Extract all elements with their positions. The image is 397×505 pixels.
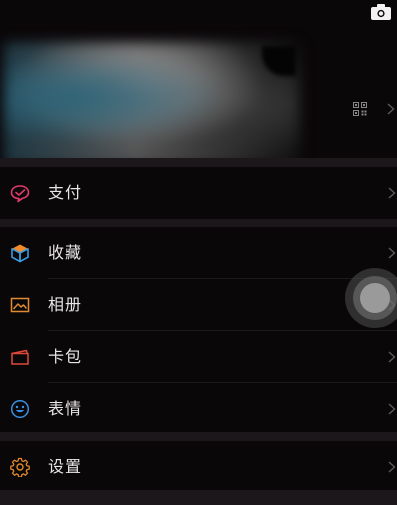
chevron-right-icon <box>388 247 396 259</box>
assistive-touch-icon[interactable] <box>345 268 397 328</box>
smiley-icon <box>10 399 30 419</box>
favorites-cube-icon <box>11 244 29 263</box>
menu-item-stickers-label: 表情 <box>48 399 83 418</box>
camera-icon[interactable] <box>371 4 391 20</box>
menu-item-favorites-label: 收藏 <box>48 243 83 262</box>
section-divider <box>0 219 397 227</box>
profile-card[interactable] <box>0 22 397 166</box>
menu-item-album[interactable]: 相册 <box>0 279 397 331</box>
gear-icon <box>10 457 30 477</box>
section-divider <box>0 432 397 441</box>
album-picture-icon <box>10 297 30 313</box>
menu-item-pay[interactable]: 支付 <box>0 167 397 219</box>
menu-item-cards-label: 卡包 <box>48 347 83 366</box>
menu-item-settings-label: 设置 <box>48 457 83 476</box>
profile-blurred-avatar <box>4 42 300 166</box>
section-divider <box>0 158 397 167</box>
menu-item-pay-label: 支付 <box>48 183 83 202</box>
chevron-right-icon <box>388 187 396 199</box>
menu-item-settings[interactable]: 设置 <box>0 441 397 493</box>
chevron-right-icon <box>388 461 396 473</box>
pay-icon <box>10 185 30 203</box>
menu-item-favorites[interactable]: 收藏 <box>0 227 397 279</box>
chevron-right-icon <box>387 103 395 115</box>
me-page: 支付 收藏 相册 卡包 表情 设置 <box>0 0 397 505</box>
menu-item-cards[interactable]: 卡包 <box>0 331 397 383</box>
menu-item-stickers[interactable]: 表情 <box>0 383 397 435</box>
chevron-right-icon <box>388 403 396 415</box>
menu-item-album-label: 相册 <box>48 295 83 314</box>
assistive-touch-core <box>360 283 390 313</box>
card-wallet-icon <box>11 349 29 365</box>
chevron-right-icon <box>388 351 396 363</box>
section-divider <box>0 490 397 505</box>
qr-code-icon[interactable] <box>353 102 367 116</box>
